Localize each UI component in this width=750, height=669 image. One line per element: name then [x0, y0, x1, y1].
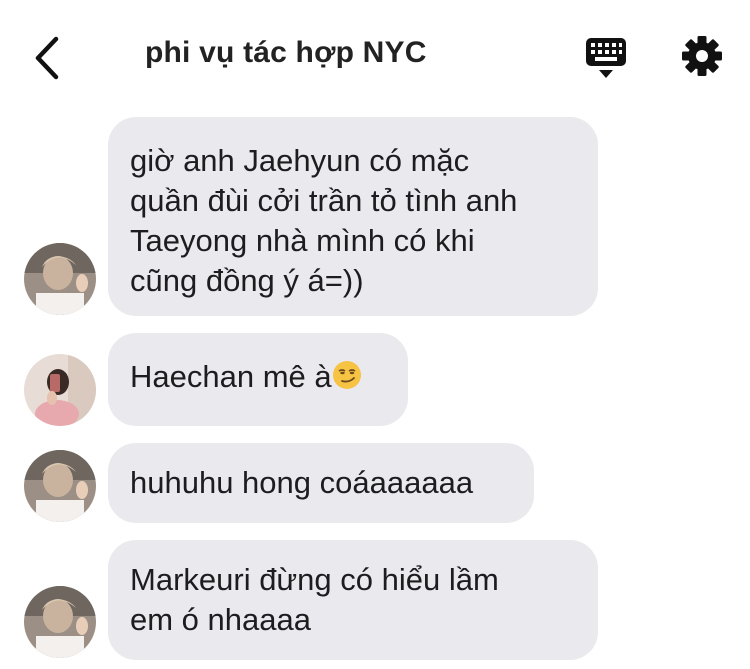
message-line: Taeyong nhà mình có khi — [130, 223, 475, 258]
message-line: Markeuri đừng có hiểu lầm — [130, 562, 499, 597]
chevron-left-icon — [35, 36, 59, 80]
message-bubble[interactable]: Markeuri đừng có hiểu lầm em ó nhaaaa — [108, 540, 598, 660]
message-text: Haechan mê à — [130, 359, 332, 394]
message-bubble[interactable]: giờ anh Jaehyun có mặc quần đùi cởi trần… — [108, 117, 598, 316]
chat-screen: phi vụ tác hợp NYC giờ anh Jaehyun có mặ… — [0, 0, 750, 669]
keyboard-icon — [586, 38, 626, 78]
profile-photo-icon — [24, 450, 96, 522]
message-line: Haechan mê à — [130, 357, 386, 397]
message-line: huhuhu hong coáaaaaaa — [130, 465, 474, 500]
profile-photo-icon — [24, 354, 96, 426]
avatar[interactable] — [24, 450, 96, 522]
message-bubble[interactable]: huhuhu hong coáaaaaaa — [108, 443, 534, 523]
back-button[interactable] — [22, 30, 72, 86]
message-line: em ó nhaaaa — [130, 602, 311, 637]
message-line: quần đùi cởi trần tỏ tình anh — [130, 183, 518, 218]
smirking-face-emoji — [332, 361, 361, 389]
chat-title: phi vụ tác hợp NYC — [145, 36, 427, 69]
settings-button[interactable] — [678, 32, 726, 80]
message-line: cũng đồng ý á=)) — [130, 263, 364, 298]
message-bubble[interactable]: Haechan mê à — [108, 333, 408, 426]
profile-photo-icon — [24, 586, 96, 658]
keyboard-button[interactable] — [582, 34, 630, 82]
avatar[interactable] — [24, 354, 96, 426]
avatar[interactable] — [24, 243, 96, 315]
chat-header: phi vụ tác hợp NYC — [0, 0, 750, 110]
profile-photo-icon — [24, 243, 96, 315]
gear-icon — [682, 36, 722, 76]
message-line: giờ anh Jaehyun có mặc — [130, 143, 470, 178]
avatar[interactable] — [24, 586, 96, 658]
